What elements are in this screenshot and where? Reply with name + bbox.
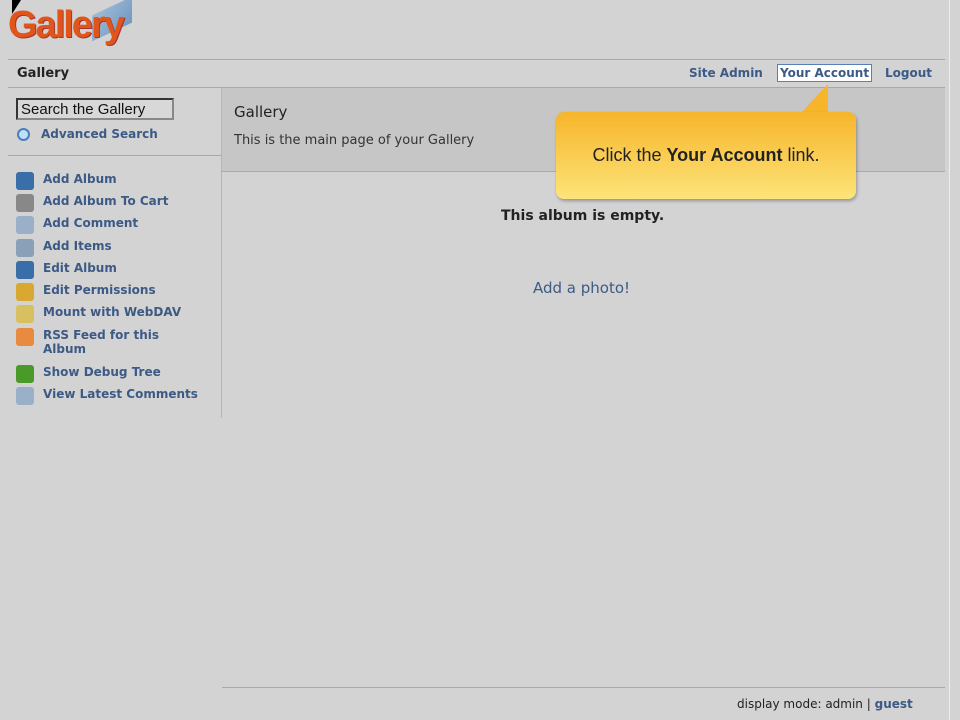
sidebar-item-add-items[interactable]: Add Items	[16, 239, 203, 257]
footer-separator: |	[866, 697, 871, 711]
sidebar-item-label: View Latest Comments	[43, 387, 198, 401]
album-title: Gallery	[234, 103, 288, 121]
search-input[interactable]	[16, 98, 174, 120]
bug-icon	[16, 365, 34, 383]
sidebar-item-label: Edit Album	[43, 261, 117, 275]
tutorial-callout: Click the Your Account link.	[556, 112, 856, 199]
footer: display mode: admin | guest	[737, 697, 913, 711]
callout-text-end: link.	[782, 145, 820, 165]
guest-link[interactable]: guest	[875, 697, 913, 711]
add-items-icon	[16, 239, 34, 257]
rss-icon	[16, 328, 34, 346]
divider	[8, 155, 221, 156]
footer-divider	[222, 687, 945, 688]
callout-bold-text: Your Account	[666, 145, 783, 165]
sidebar-item-label: Show Debug Tree	[43, 365, 161, 379]
breadcrumb-gallery: Gallery	[17, 66, 70, 81]
window-edge	[949, 0, 950, 720]
display-mode: display mode: admin	[737, 697, 863, 711]
add-photo-link[interactable]: Add a photo!	[533, 279, 630, 297]
site-admin-link[interactable]: Site Admin	[689, 66, 763, 80]
sidebar-item-edit-album[interactable]: Edit Album	[16, 261, 203, 279]
sidebar-item-add-album[interactable]: Add Album	[16, 172, 203, 190]
sidebar-item-label: Edit Permissions	[43, 283, 156, 297]
your-account-link[interactable]: Your Account	[777, 64, 873, 82]
callout-pointer	[800, 84, 828, 114]
sidebar-item-label: Add Album	[43, 172, 117, 186]
add-album-icon	[16, 172, 34, 190]
sidebar-item-mount-with-webdav[interactable]: Mount with WebDAV	[16, 305, 203, 323]
sidebar-item-label: Mount with WebDAV	[43, 305, 182, 319]
sidebar-item-add-album-to-cart[interactable]: Add Album To Cart	[16, 194, 203, 212]
comment-add-icon	[16, 216, 34, 234]
divider	[8, 59, 945, 60]
magnifier-icon	[16, 127, 32, 143]
sidebar-item-label: RSS Feed for this Album	[43, 328, 160, 356]
sidebar-item-view-latest-comments[interactable]: View Latest Comments	[16, 387, 203, 405]
sidebar-item-add-comment[interactable]: Add Comment	[16, 216, 203, 234]
mouse-cursor	[12, 0, 21, 14]
sidebar-item-label: Add Album To Cart	[43, 194, 169, 208]
sidebar-item-show-debug-tree[interactable]: Show Debug Tree	[16, 365, 203, 383]
empty-message: This album is empty.	[501, 208, 665, 224]
comments-icon	[16, 387, 34, 405]
lock-icon	[16, 283, 34, 301]
cart-icon	[16, 194, 34, 212]
callout-text: Click the	[592, 145, 667, 165]
gallery-logo[interactable]: Gallery	[8, 4, 125, 47]
sidebar-item-rss-feed-for-this-album[interactable]: RSS Feed for this Album	[16, 328, 203, 356]
advanced-search-link[interactable]: Advanced Search	[16, 127, 158, 143]
sidebar-item-label: Add Items	[43, 239, 112, 253]
sidebar-item-label: Add Comment	[43, 216, 139, 230]
edit-album-icon	[16, 261, 34, 279]
folder-icon	[16, 305, 34, 323]
sidebar-item-edit-permissions[interactable]: Edit Permissions	[16, 283, 203, 301]
album-description: This is the main page of your Gallery	[234, 133, 475, 148]
logout-link[interactable]: Logout	[885, 66, 932, 80]
